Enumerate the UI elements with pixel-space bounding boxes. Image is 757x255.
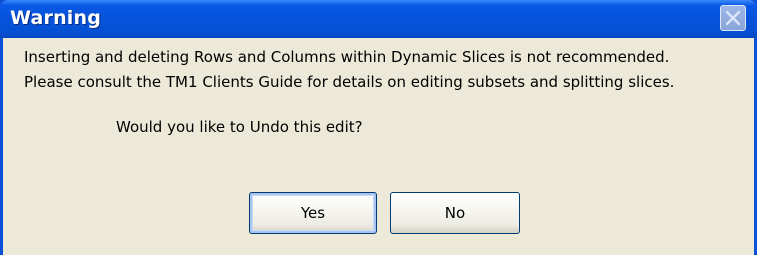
- message-line-2: Please consult the TM1 Clients Guide for…: [24, 73, 675, 91]
- no-button-label: No: [444, 204, 466, 222]
- yes-button[interactable]: Yes: [249, 192, 377, 234]
- no-button[interactable]: No: [390, 192, 520, 234]
- close-icon: [726, 11, 740, 25]
- message-line-1: Inserting and deleting Rows and Columns …: [24, 48, 670, 66]
- dialog-body: Inserting and deleting Rows and Columns …: [3, 38, 754, 255]
- warning-dialog: Warning Inserting and deleting Rows and …: [0, 0, 757, 255]
- dialog-title: Warning: [10, 7, 102, 29]
- close-button[interactable]: [720, 5, 746, 31]
- title-bar[interactable]: Warning: [0, 0, 757, 38]
- yes-button-label: Yes: [300, 204, 326, 222]
- undo-question: Would you like to Undo this edit?: [116, 118, 363, 136]
